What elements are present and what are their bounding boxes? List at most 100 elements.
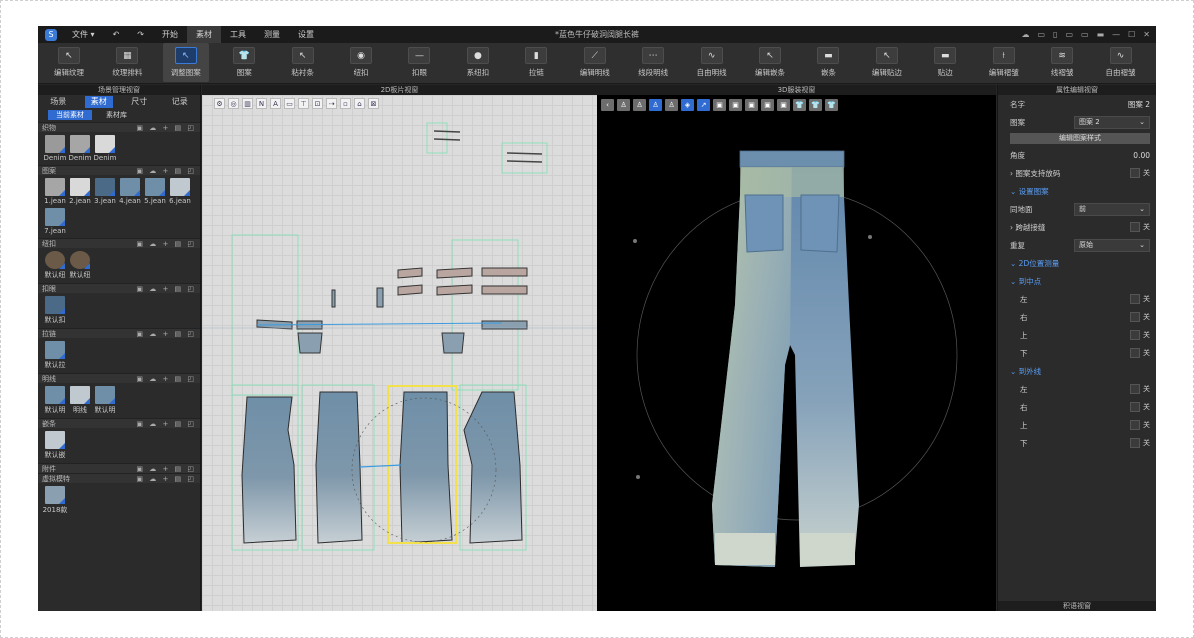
tool-button-line-pleat[interactable]: ≋ 线褶皱 bbox=[1039, 43, 1085, 82]
material-thumb[interactable]: 默认纽 bbox=[69, 251, 91, 280]
layout-2d-icon[interactable]: ▭ bbox=[1065, 26, 1073, 43]
section-header-0[interactable]: 织物 ▣ ☁ + ▤ ◰ bbox=[38, 122, 200, 132]
direction-toggle[interactable]: 关 bbox=[1130, 294, 1150, 304]
tab-material[interactable]: 素材 bbox=[84, 95, 113, 108]
direction-toggle[interactable]: 关 bbox=[1130, 438, 1150, 448]
checkbox[interactable] bbox=[1130, 384, 1140, 394]
gizmo-handle[interactable] bbox=[633, 239, 637, 243]
tool-button-buttonhole[interactable]: — 扣眼 bbox=[397, 43, 443, 82]
tool-button-piping[interactable]: ▬ 嵌条 bbox=[805, 43, 851, 82]
gizmo-handle[interactable] bbox=[636, 475, 640, 479]
checkbox[interactable] bbox=[1130, 330, 1140, 340]
undo-icon[interactable]: ↶ bbox=[104, 26, 129, 43]
material-thumb[interactable]: 5.jean bbox=[144, 178, 166, 205]
section-ops-icons[interactable]: ▣ ☁ + ▤ ◰ bbox=[136, 124, 200, 132]
section-header-3[interactable]: 扣眼 ▣ ☁ + ▤ ◰ bbox=[38, 283, 200, 293]
tool-button-edit-piping[interactable]: ↖ 编辑嵌条 bbox=[747, 43, 793, 82]
tool-button-fasten-button[interactable]: ● 系纽扣 bbox=[455, 43, 501, 82]
direction-toggle[interactable]: 关 bbox=[1130, 312, 1150, 322]
menu-measure[interactable]: 测量 bbox=[255, 26, 289, 43]
material-thumb[interactable]: 1.jean bbox=[44, 178, 66, 205]
layout-3d-icon[interactable]: ▭ bbox=[1081, 26, 1089, 43]
section-ops-icons[interactable]: ▣ ☁ + ▤ ◰ bbox=[136, 167, 200, 175]
repeat-select[interactable]: 原始 ⌄ bbox=[1074, 238, 1150, 252]
tab-scene[interactable]: 场景 bbox=[44, 96, 72, 108]
material-thumb[interactable]: 7.jean bbox=[44, 208, 66, 235]
prop-name-value[interactable]: 图案 2 bbox=[1128, 99, 1150, 110]
checkbox[interactable] bbox=[1130, 420, 1140, 430]
tab-current-material[interactable]: 当前素材 bbox=[48, 110, 92, 120]
section-header-5[interactable]: 明线 ▣ ☁ + ▤ ◰ bbox=[38, 373, 200, 383]
tool-button-adjust-pattern[interactable]: ↖ 调整图案 bbox=[162, 43, 209, 82]
tool-button-free-topstitch[interactable]: ∿ 自由明线 bbox=[689, 43, 735, 82]
cross-seam-toggle[interactable]: 关 bbox=[1130, 222, 1150, 232]
menu-file[interactable]: 文件 ▾ bbox=[63, 26, 104, 43]
2d-pattern-view[interactable]: 2D板片视窗 ⚙ ◎ ▥ N A ▭ ⊤ ⊡ ⇢ ▫ ⌂ ⊠ bbox=[202, 85, 597, 611]
section-ops-icons[interactable]: ▣ ☁ + ▤ ◰ bbox=[136, 330, 200, 338]
edit-pattern-style-button[interactable]: 编辑图案样式 bbox=[1010, 133, 1150, 144]
tool-button-edit-topstitch[interactable]: ⟋ 编辑明线 bbox=[572, 43, 618, 82]
gizmo-handle[interactable] bbox=[868, 235, 872, 239]
section-header-8[interactable]: 虚拟模特 ▣ ☁ + ▤ ◰ bbox=[38, 473, 200, 483]
minimize-icon[interactable]: — bbox=[1112, 26, 1120, 43]
material-thumb[interactable]: 3.jean bbox=[94, 178, 116, 205]
material-thumb[interactable]: 默认纽 bbox=[44, 251, 66, 280]
group-settings[interactable]: ⌄ 设置图案 bbox=[998, 182, 1156, 200]
layout-icon[interactable]: ▭ bbox=[1037, 26, 1045, 43]
menu-tools[interactable]: 工具 bbox=[221, 26, 255, 43]
tool-button-free-pleat[interactable]: ∿ 自由褶皱 bbox=[1098, 43, 1144, 82]
tool-button-edit-pleat[interactable]: ⟊ 编辑褶皱 bbox=[981, 43, 1027, 82]
section-ops-icons[interactable]: ▣ ☁ + ▤ ◰ bbox=[136, 240, 200, 248]
cloud-icon[interactable]: ☁ bbox=[1021, 26, 1029, 43]
same-select[interactable]: 前 ⌄ bbox=[1074, 202, 1150, 216]
tool-button-segment-topstitch[interactable]: ⋯ 线段明线 bbox=[630, 43, 676, 82]
tool-button-fusing-tape[interactable]: ↖ 粘衬条 bbox=[280, 43, 326, 82]
panel-icon[interactable]: ▬ bbox=[1097, 26, 1105, 43]
direction-toggle[interactable]: 关 bbox=[1130, 330, 1150, 340]
material-thumb[interactable]: 明线 bbox=[69, 386, 91, 415]
material-thumb[interactable]: Denim bbox=[94, 135, 116, 162]
tool-button-pointer-texture[interactable]: ↖ 编辑纹理 bbox=[46, 43, 92, 82]
material-thumb[interactable]: 4.jean bbox=[119, 178, 141, 205]
material-thumb[interactable]: 2.jean bbox=[69, 178, 91, 205]
section-ops-icons[interactable]: ▣ ☁ + ▤ ◰ bbox=[136, 375, 200, 383]
leg-pattern-pieces[interactable] bbox=[241, 391, 523, 544]
menu-start[interactable]: 开始 bbox=[153, 26, 187, 43]
material-thumb[interactable]: 默认明 bbox=[94, 386, 116, 415]
support-grading-toggle[interactable]: 关 bbox=[1130, 168, 1150, 178]
menu-material[interactable]: 素材 bbox=[186, 26, 221, 43]
redo-icon[interactable]: ↷ bbox=[128, 26, 153, 43]
direction-toggle[interactable]: 关 bbox=[1130, 402, 1150, 412]
tool-button-zipper[interactable]: ▮ 拉链 bbox=[513, 43, 559, 82]
section-ops-icons[interactable]: ▣ ☁ + ▤ ◰ bbox=[136, 420, 200, 428]
section-header-2[interactable]: 纽扣 ▣ ☁ + ▤ ◰ bbox=[38, 238, 200, 248]
direction-toggle[interactable]: 关 bbox=[1130, 420, 1150, 430]
checkbox[interactable] bbox=[1130, 348, 1140, 358]
section-ops-icons[interactable]: ▣ ☁ + ▤ ◰ bbox=[136, 475, 200, 483]
material-thumb[interactable]: 默认扣 bbox=[44, 296, 66, 325]
section-ops-icons[interactable]: ▣ ☁ + ▤ ◰ bbox=[136, 285, 200, 293]
section-header-7[interactable]: 附件 ▣ ☁ + ▤ ◰ bbox=[38, 463, 200, 473]
section-ops-icons[interactable]: ▣ ☁ + ▤ ◰ bbox=[136, 465, 200, 473]
checkbox[interactable] bbox=[1130, 438, 1140, 448]
pattern-canvas[interactable] bbox=[202, 85, 597, 611]
tab-record[interactable]: 记录 bbox=[166, 96, 194, 108]
material-thumb[interactable]: 默认明 bbox=[44, 386, 66, 415]
tool-button-button[interactable]: ◉ 纽扣 bbox=[338, 43, 384, 82]
material-thumb[interactable]: 6.jean bbox=[169, 178, 191, 205]
material-thumb[interactable]: 2018款 bbox=[43, 486, 67, 515]
direction-toggle[interactable]: 关 bbox=[1130, 384, 1150, 394]
group-2d-measure[interactable]: ⌄ 2D位置测量 bbox=[998, 254, 1156, 272]
tool-button-edit-binding[interactable]: ↖ 编辑贴边 bbox=[864, 43, 910, 82]
tool-button-binding[interactable]: ▬ 贴边 bbox=[922, 43, 968, 82]
checkbox[interactable] bbox=[1130, 294, 1140, 304]
checkbox[interactable] bbox=[1130, 402, 1140, 412]
tool-button-texture-layout[interactable]: ▦ 纹理排料 bbox=[104, 43, 150, 82]
maximize-icon[interactable]: ☐ bbox=[1128, 26, 1135, 43]
3d-garment-view[interactable]: 3D服装视窗 ‹ ♙ ♙ ♙ ♙ ◈ ↗ ▣ ▣ ▣ ▣ ▣ 👕 👕 👕 bbox=[597, 85, 996, 611]
menu-settings[interactable]: 设置 bbox=[289, 26, 323, 43]
material-thumb[interactable]: 默认嵌 bbox=[44, 431, 66, 460]
checkbox[interactable] bbox=[1130, 312, 1140, 322]
group-to-outline[interactable]: ⌄ 到外线 bbox=[998, 362, 1156, 380]
garment-canvas[interactable] bbox=[597, 85, 996, 611]
